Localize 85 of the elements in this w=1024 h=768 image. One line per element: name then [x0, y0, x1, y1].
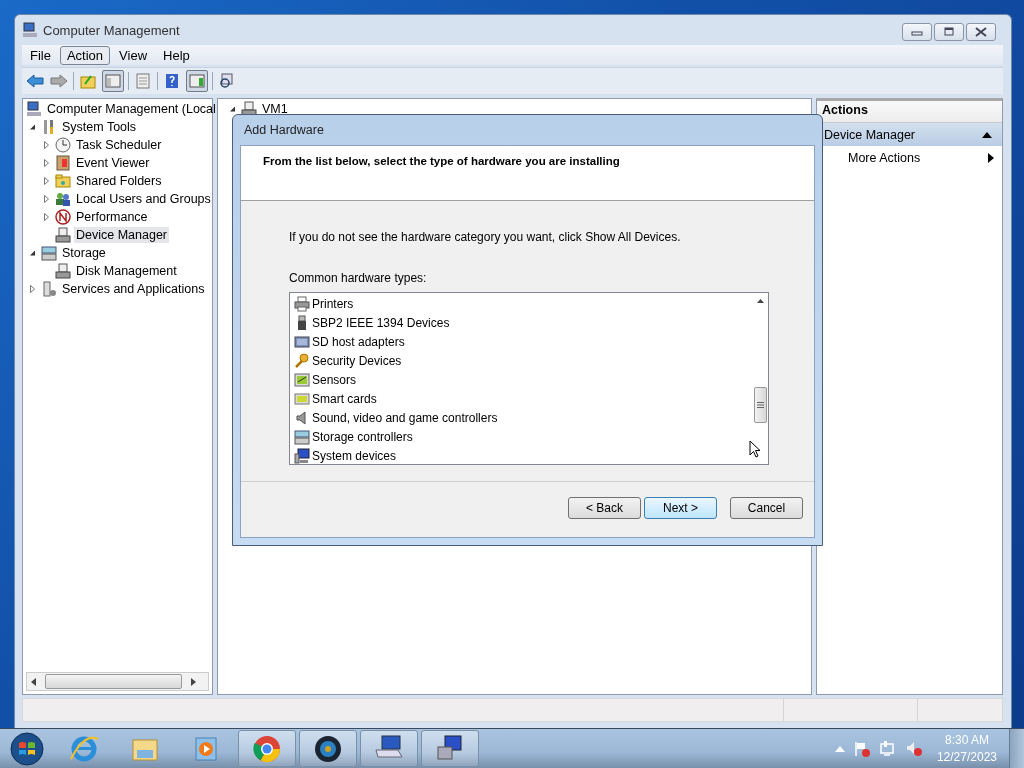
tree-item[interactable]: Shared Folders — [74, 173, 164, 189]
printer-icon — [294, 295, 310, 312]
list-item[interactable]: SBP2 IEEE 1394 Devices — [312, 315, 450, 330]
scroll-thumb[interactable] — [753, 387, 767, 423]
tree-item[interactable]: Computer Management (Local — [45, 101, 218, 117]
tree-item[interactable]: Performance — [74, 209, 150, 225]
maximize-icon — [943, 27, 955, 37]
expand-arrow-icon[interactable] — [42, 159, 50, 167]
expand-arrow-icon[interactable] — [42, 141, 50, 149]
list-item[interactable]: System devices — [312, 448, 397, 463]
flag-error-icon[interactable] — [852, 740, 871, 757]
submenu-arrow-icon — [988, 153, 994, 163]
cursor-icon — [749, 440, 761, 458]
hardware-list[interactable]: Printers SBP2 IEEE 1394 Devices SD host adapters Security Devices Sensors Smart cards Sound, video and game controllers Storage controllers System devices — [289, 292, 769, 465]
users-icon — [55, 191, 71, 207]
back-arrow-icon[interactable] — [25, 71, 45, 91]
adapter-card-icon — [294, 333, 310, 350]
menu-item[interactable]: View — [112, 45, 155, 65]
tree-item[interactable]: Event Viewer — [74, 155, 152, 171]
device-icon — [55, 227, 71, 243]
window-title: Computer Management — [43, 22, 181, 38]
tree-item[interactable]: Device Manager — [74, 227, 169, 243]
console-tree-icon[interactable] — [102, 70, 124, 92]
network-icon[interactable] — [878, 740, 897, 757]
tree-item[interactable]: Task Scheduler — [74, 137, 164, 153]
tree-item[interactable]: System Tools — [60, 119, 139, 135]
collapse-arrow-icon[interactable] — [28, 123, 36, 131]
list-item[interactable]: Security Devices — [312, 353, 402, 368]
dialog-button[interactable]: Next > — [644, 497, 717, 519]
action-pane-icon[interactable] — [186, 70, 208, 92]
dialog-button[interactable]: Cancel — [730, 497, 803, 519]
smart-card-icon — [294, 390, 310, 407]
dialog-title: Add Hardware — [243, 122, 325, 139]
tree-item[interactable]: VM1 — [260, 101, 290, 117]
menu-item[interactable]: File — [23, 45, 58, 65]
expand-arrow-icon[interactable] — [42, 177, 50, 185]
clock-time: 8:30 AM — [944, 731, 989, 749]
action-link[interactable]: More Actions — [848, 151, 921, 165]
clock-icon — [55, 137, 71, 153]
list-item[interactable]: Sensors — [312, 372, 357, 387]
speaker-muted-icon[interactable] — [904, 740, 923, 757]
sensor-icon — [294, 371, 310, 388]
expand-arrow-icon[interactable] — [28, 285, 36, 293]
collapse-arrow-icon[interactable] — [28, 249, 36, 257]
list-item[interactable]: Printers — [312, 296, 354, 311]
app-icon — [22, 22, 38, 38]
tree-item[interactable]: Local Users and Groups — [74, 191, 213, 207]
menu-item[interactable]: Action — [59, 45, 111, 65]
show-desktop-button[interactable] — [1009, 729, 1024, 768]
tree-item[interactable]: Services and Applications — [60, 281, 207, 297]
list-label: Common hardware types: — [289, 271, 428, 285]
menu-item[interactable]: Help — [156, 45, 197, 65]
minimize-icon — [911, 28, 923, 36]
key-icon — [294, 352, 310, 369]
close-icon — [974, 27, 988, 37]
services-icon — [41, 281, 57, 297]
expand-arrow-icon[interactable] — [42, 213, 50, 221]
storage-icon — [41, 245, 57, 261]
monitor-icon — [294, 447, 310, 464]
device-icon — [55, 263, 71, 279]
expand-arrow-icon[interactable] — [42, 195, 50, 203]
tree-item[interactable]: Storage — [60, 245, 108, 261]
gauge-icon — [55, 209, 71, 225]
close-button[interactable] — [966, 23, 996, 41]
taskbar-button[interactable] — [421, 730, 479, 767]
instruction-text: If you do not see the hardware category you want, click Show All Devices. — [289, 230, 682, 244]
taskbar-button[interactable] — [299, 730, 357, 767]
clock-date: 12/27/2023 — [936, 748, 997, 766]
pane-header: Actions — [817, 101, 1002, 123]
shared-folder-icon — [55, 173, 71, 189]
forward-arrow-icon[interactable] — [49, 71, 69, 91]
storage-icon — [294, 428, 310, 445]
horizontal-scrollbar[interactable] — [26, 672, 209, 691]
dialog-button[interactable]: < Back — [568, 497, 641, 519]
event-log-icon — [55, 155, 71, 171]
list-item[interactable]: Storage controllers — [312, 429, 413, 444]
maximize-button[interactable] — [934, 23, 964, 41]
dialog-heading: From the list below, select the type of hardware you are installing — [263, 155, 621, 167]
list-item[interactable]: SD host adapters — [312, 334, 405, 349]
tree-item[interactable]: Disk Management — [74, 263, 179, 279]
collapse-icon — [982, 131, 992, 138]
list-item[interactable]: Sound, video and game controllers — [312, 410, 498, 425]
taskbar-button[interactable] — [360, 730, 418, 767]
list-item[interactable]: Smart cards — [312, 391, 377, 406]
collapse-arrow-icon[interactable] — [228, 105, 236, 113]
